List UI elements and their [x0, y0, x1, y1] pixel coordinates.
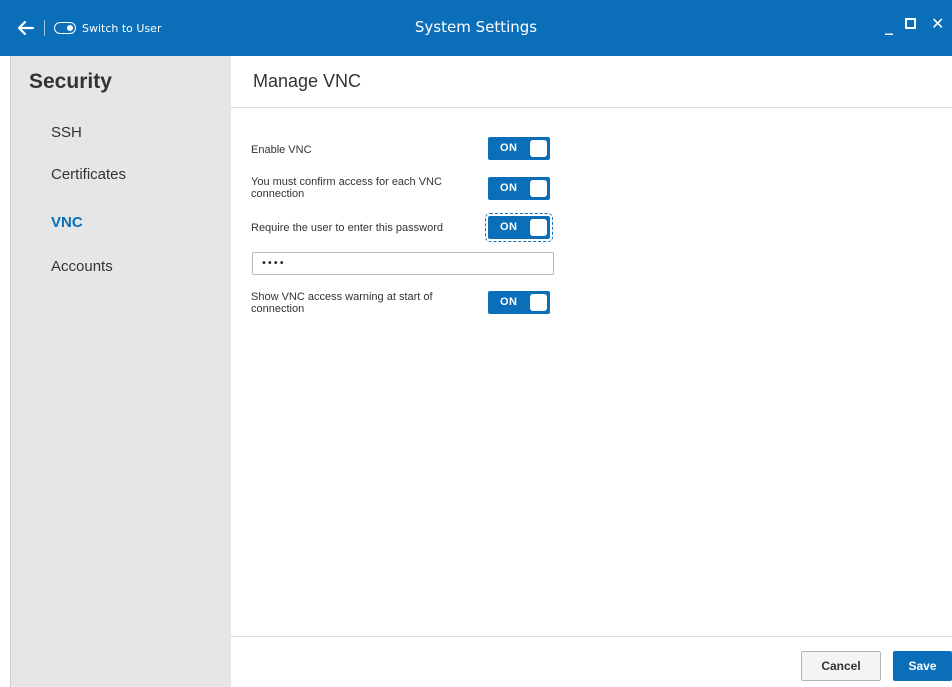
toggle-state: ON — [500, 142, 518, 154]
password-field[interactable] — [252, 252, 554, 275]
require-password-label: Require the user to enter this password — [251, 222, 443, 234]
toggle-state: ON — [500, 221, 518, 233]
main-header: Manage VNC — [231, 56, 952, 108]
toggle-knob — [530, 219, 547, 236]
toggle-knob — [530, 294, 547, 311]
sidebar-item-accounts[interactable]: Accounts — [51, 258, 113, 275]
confirm-access-label: You must confirm access for each VNC con… — [251, 176, 442, 200]
sidebar-item-vnc[interactable]: VNC — [51, 214, 83, 231]
confirm-access-toggle[interactable]: ON — [488, 177, 550, 200]
main-panel: Manage VNC Enable VNC ON You must confir… — [231, 56, 952, 687]
access-warning-label: Show VNC access warning at start of conn… — [251, 291, 433, 315]
title-bar: Switch to User System Settings _ ✕ — [0, 0, 952, 56]
enable-vnc-label: Enable VNC — [251, 144, 312, 156]
close-button[interactable]: ✕ — [931, 14, 944, 34]
toggle-knob — [530, 180, 547, 197]
save-button[interactable]: Save — [893, 651, 952, 681]
footer-bar: Cancel Save — [231, 636, 952, 687]
toggle-knob — [530, 140, 547, 157]
toggle-state: ON — [500, 296, 518, 308]
sidebar-item-ssh[interactable]: SSH — [51, 124, 82, 141]
maximize-button[interactable] — [905, 14, 916, 34]
require-password-toggle[interactable]: ON — [485, 213, 553, 242]
access-warning-toggle[interactable]: ON — [488, 291, 550, 314]
maximize-icon — [905, 18, 916, 29]
cancel-button[interactable]: Cancel — [801, 651, 881, 681]
minimize-button[interactable]: _ — [885, 16, 893, 36]
sidebar: Security SSH Certificates VNC Accounts — [10, 56, 231, 687]
window-title: System Settings — [414, 18, 538, 36]
sidebar-title: Security — [29, 70, 112, 93]
toggle-state: ON — [500, 182, 518, 194]
enable-vnc-toggle[interactable]: ON — [488, 137, 550, 160]
page-title: Manage VNC — [253, 71, 362, 91]
sidebar-item-certificates[interactable]: Certificates — [51, 166, 126, 183]
